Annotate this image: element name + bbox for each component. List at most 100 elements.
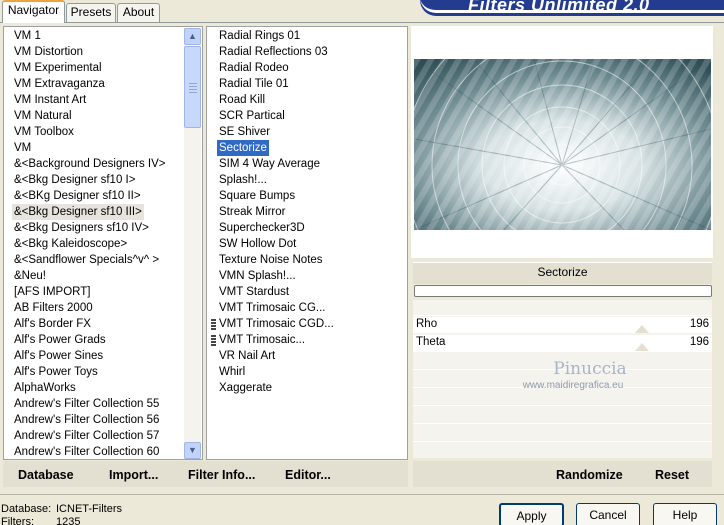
list-item[interactable]: Andrew's Filter Collection 55: [12, 396, 161, 412]
list-item[interactable]: [AFS IMPORT]: [12, 284, 92, 300]
list-item[interactable]: &Neu!: [12, 268, 48, 284]
param-value[interactable]: 196: [690, 318, 709, 330]
list-item[interactable]: Superchecker3D: [217, 220, 307, 236]
param-separator: [413, 315, 712, 316]
list-item[interactable]: VR Nail Art: [217, 348, 277, 364]
import-button[interactable]: Import...: [109, 468, 158, 482]
list-item[interactable]: Andrew's Filter Collection 57: [12, 428, 161, 444]
list-item[interactable]: AB Filters 2000: [12, 300, 95, 316]
scroll-grip: [189, 83, 197, 84]
slider-thumb-icon[interactable]: [635, 343, 649, 351]
list-item[interactable]: Alf's Power Toys: [12, 364, 100, 380]
list-item[interactable]: Square Bumps: [217, 188, 297, 204]
filter-name-label: Sectorize: [537, 265, 588, 279]
list-item[interactable]: Andrew's Filter Collection 60: [12, 444, 161, 460]
sectorize-preview-graphic: [414, 59, 711, 230]
scroll-down-button[interactable]: ▼: [184, 442, 201, 459]
param-separator: [413, 441, 712, 442]
database-value: ICNET-Filters: [56, 503, 122, 515]
list-item[interactable]: Radial Rodeo: [217, 60, 291, 76]
list-item[interactable]: VM Toolbox: [12, 124, 76, 140]
param-value[interactable]: 196: [690, 336, 709, 348]
list-item[interactable]: Whirl: [217, 364, 247, 380]
list-item[interactable]: &<Sandflower Specials^v^ >: [12, 252, 161, 268]
tab-navigator[interactable]: Navigator: [2, 0, 65, 23]
scroll-grip: [189, 86, 197, 87]
list-item[interactable]: SE Shiver: [217, 124, 272, 140]
help-button[interactable]: Help: [653, 503, 717, 525]
list-item[interactable]: Radial Reflections 03: [217, 44, 330, 60]
tab-presets[interactable]: Presets: [66, 3, 116, 22]
list-item[interactable]: &<Bkg Designers sf10 IV>: [12, 220, 151, 236]
list-item[interactable]: VMT Trimosaic CGD...: [217, 316, 336, 332]
watermark-name: Pinuccia: [553, 359, 627, 379]
scroll-up-button[interactable]: ▲: [184, 28, 201, 45]
database-label: Database:: [1, 503, 52, 515]
list-item[interactable]: Road Kill: [217, 92, 267, 108]
list-item[interactable]: VM Extravaganza: [12, 76, 107, 92]
list-item[interactable]: VM Distortion: [12, 44, 85, 60]
list-item[interactable]: Xaggerate: [217, 380, 274, 396]
reset-button[interactable]: Reset: [655, 468, 689, 482]
list-item[interactable]: SIM 4 Way Average: [217, 156, 322, 172]
list-item[interactable]: Alf's Border FX: [12, 316, 93, 332]
list-item[interactable]: Alf's Power Sines: [12, 348, 105, 364]
category-scrollbar[interactable]: ▲ ▼: [184, 28, 201, 459]
list-item[interactable]: VM 1: [12, 28, 43, 44]
watermark-url: www.maidiregrafica.eu: [522, 380, 624, 391]
list-item[interactable]: Radial Tile 01: [217, 76, 291, 92]
list-item[interactable]: Streak Mirror: [217, 204, 287, 220]
category-list[interactable]: VM 1 VM Distortion VM Experimental VM Extra…: [3, 26, 203, 460]
list-item[interactable]: Alf's Power Grads: [12, 332, 108, 348]
param-separator: [413, 351, 712, 352]
filter-list[interactable]: Radial Rings 01 Radial Reflections 03 Radi…: [206, 26, 408, 460]
list-item[interactable]: VMN Splash!...: [217, 268, 298, 284]
filters-count-value: 1235: [56, 516, 81, 525]
list-item[interactable]: VM Experimental: [12, 60, 104, 76]
list-item[interactable]: AlphaWorks: [12, 380, 78, 396]
tab-about[interactable]: About: [117, 3, 160, 22]
list-item[interactable]: Sectorize: [217, 140, 269, 156]
scroll-grip: [189, 89, 197, 90]
filter-info-button[interactable]: Filter Info...: [188, 468, 255, 482]
list-item[interactable]: &<Bkg Kaleidoscope>: [12, 236, 129, 252]
param-separator: [413, 423, 712, 424]
list-item[interactable]: &<Bkg Designer sf10 I>: [12, 172, 137, 188]
list-item[interactable]: VM Instant Art: [12, 92, 88, 108]
list-item[interactable]: VMT Trimosaic CG...: [217, 300, 328, 316]
param-row-rho[interactable]: Rho 196: [413, 317, 712, 333]
scroll-thumb[interactable]: [184, 46, 201, 128]
list-item[interactable]: &<BKg Designer sf10 II>: [12, 188, 143, 204]
scroll-up-icon: ▲: [188, 31, 197, 41]
cancel-button[interactable]: Cancel: [576, 503, 640, 525]
param-row-theta[interactable]: Theta 196: [413, 335, 712, 351]
randomize-button[interactable]: Randomize: [556, 468, 623, 482]
list-item[interactable]: SW Hollow Dot: [217, 236, 298, 252]
list-item[interactable]: SCR Partical: [217, 108, 287, 124]
list-item[interactable]: Texture Noise Notes: [217, 252, 325, 268]
filters-count-label: Filters:: [1, 516, 34, 525]
scroll-grip: [189, 92, 197, 93]
list-item[interactable]: &<Background Designers IV>: [12, 156, 168, 172]
slider-thumb-icon[interactable]: [635, 325, 649, 333]
editor-button[interactable]: Editor...: [285, 468, 331, 482]
list-item[interactable]: Andrew's Filter Collection 56: [12, 412, 161, 428]
app-title: Filters Unlimited 2.0: [468, 0, 650, 15]
status-separator: [0, 494, 724, 495]
title-banner: Filters Unlimited 2.0: [420, 0, 724, 15]
param-name: Theta: [416, 336, 446, 348]
list-item[interactable]: Splash!...: [217, 172, 269, 188]
list-item[interactable]: VMT Trimosaic...: [217, 332, 307, 348]
list-item[interactable]: VM Natural: [12, 108, 74, 124]
preview-image: [414, 59, 711, 230]
list-item[interactable]: VM: [12, 140, 33, 156]
apply-button[interactable]: Apply: [499, 503, 564, 525]
grip-icon: [211, 335, 216, 346]
grip-icon: [211, 319, 216, 330]
param-separator: [413, 405, 712, 406]
list-item[interactable]: Radial Rings 01: [217, 28, 302, 44]
list-item[interactable]: &<Bkg Designer sf10 III>: [12, 204, 144, 220]
progress-bar: [414, 285, 712, 297]
list-item[interactable]: VMT Stardust: [217, 284, 291, 300]
database-button[interactable]: Database: [18, 468, 74, 482]
